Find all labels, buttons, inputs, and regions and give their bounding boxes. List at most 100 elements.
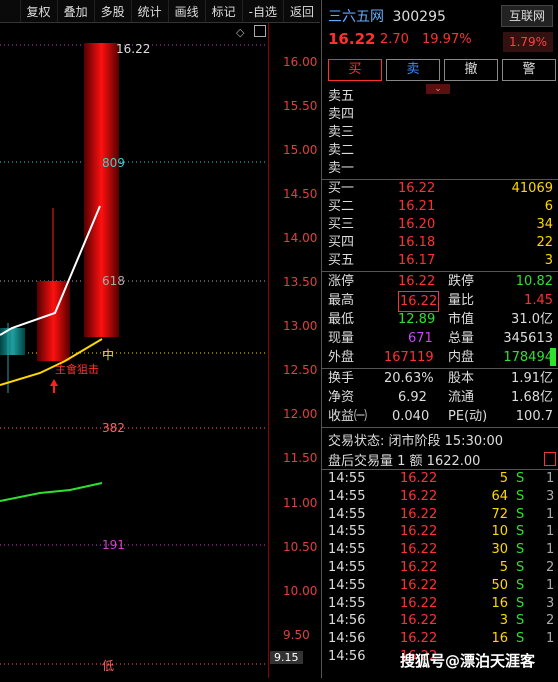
trade-buttons: 买 卖 撤 警 (328, 59, 556, 81)
price-axis-tick: 16.00 (283, 55, 318, 69)
fib-809-label: 809 (102, 156, 125, 170)
volume-bar (550, 348, 556, 366)
toolbar-restore-rights[interactable]: 复权 (19, 0, 57, 22)
tick-side: S (516, 560, 525, 575)
ask-row-1: 卖一 (328, 161, 355, 176)
stat-row: 收益㈠ 0.040 PE(动) 100.7 (328, 409, 553, 424)
top-price-label: 16.22 (116, 42, 151, 56)
tick-side: S (516, 595, 525, 611)
sector-tag[interactable]: 互联网 (501, 5, 553, 27)
tick-count: 1 (546, 631, 555, 647)
axis-low-value: 9.15 (270, 651, 303, 664)
tick-time: 14:55 (328, 542, 366, 558)
tick-price: 16.22 (400, 577, 438, 593)
tick-row: 14:55 16.22 50 S 1 (328, 577, 554, 595)
candle-2 (37, 281, 70, 361)
tick-row: 14:56 16.22 3 S 2 (328, 612, 555, 630)
stock-code: 300295 (392, 9, 446, 25)
price-axis-tick: 10.50 (283, 540, 318, 554)
stat-row: 最低 12.89 市值 31.0亿 (328, 312, 553, 327)
price-axis (268, 23, 321, 678)
buy-button[interactable]: 买 (328, 59, 382, 81)
alert-button[interactable]: 警 (502, 59, 556, 81)
tick-side: S (516, 577, 525, 593)
tick-count: 1 (546, 471, 555, 486)
toolbar-back[interactable]: 返回 (282, 0, 320, 22)
toolbar-overlay[interactable]: 叠加 (56, 0, 94, 22)
tick-row: 14:55 16.22 72 S 1 (328, 506, 555, 524)
toolbar-draw-line[interactable]: 画线 (167, 0, 205, 22)
price-axis-tick: 14.00 (283, 231, 318, 245)
tick-price: 16.22 (400, 613, 438, 629)
tick-volume: 16 (491, 595, 508, 611)
stat-row: 净资 6.92 流通 1.68亿 (328, 390, 553, 405)
toolbar-mark[interactable]: 标记 (204, 0, 242, 22)
ma-green-line (0, 482, 103, 502)
tick-volume: 72 (491, 506, 508, 522)
price-axis-tick: 13.00 (283, 319, 318, 333)
tick-row: 14:55 16.22 30 S 1 (328, 541, 555, 559)
expand-icon[interactable] (254, 25, 266, 37)
current-price: 16.22 (328, 30, 376, 48)
ask-row-5: 卖五 (328, 89, 355, 104)
ask-row-2: 卖二 (328, 143, 355, 158)
price-axis-tick: 14.50 (283, 187, 318, 201)
candle-3 (84, 43, 119, 337)
bid-row-5: 买五 16.17 3 (328, 253, 553, 268)
tick-volume: 64 (491, 488, 508, 504)
tick-row: 14:55 16.22 64 S 3 (328, 488, 554, 506)
tick-side: S (516, 471, 525, 486)
tick-row: 14:55 16.22 16 S 3 (328, 595, 555, 613)
tick-price: 16.22 (400, 488, 438, 504)
annotation-label: 主會狙击 (55, 363, 99, 376)
tick-time: 14:56 (328, 631, 366, 647)
sector-pct: 1.79% (503, 32, 553, 52)
chart-toolbar: 复权 叠加 多股 统计 画线 标记 -自选 返回 (0, 0, 320, 23)
tick-price: 16.22 (400, 506, 438, 522)
toolbar-remove-watchlist[interactable]: -自选 (241, 0, 283, 22)
tick-time: 14:55 (328, 560, 366, 575)
tick-side: S (516, 542, 525, 558)
bid-row-3: 买三 16.20 34 (328, 217, 553, 232)
tick-count: 1 (546, 542, 555, 558)
tick-price: 16.22 (400, 631, 438, 647)
tick-count: 2 (546, 613, 555, 629)
quote-panel: 三六五网 300295 互联网 1.79% 16.22 2.70 19.97% … (321, 0, 558, 678)
bid-row-1: 买一 16.22 41069 (328, 181, 553, 196)
stock-name[interactable]: 三六五网 (328, 9, 384, 25)
tick-price: 16.22 (400, 471, 438, 486)
tick-volume: 30 (491, 542, 508, 558)
price-change: 2.70 (380, 32, 409, 47)
tick-row: 14:55 16.22 5 S 2 (328, 559, 555, 577)
low-label: 低 (102, 659, 115, 673)
tick-time: 14:55 (328, 524, 366, 540)
tick-count: 1 (546, 506, 555, 522)
arrow-up-icon (50, 379, 58, 386)
stat-row: 最高 16.22 量比 1.45 (328, 291, 553, 312)
mid-label: 中 (102, 348, 115, 362)
toolbar-statistics[interactable]: 统计 (130, 0, 168, 22)
fib-618-label: 618 (102, 274, 125, 288)
tick-count: 2 (546, 560, 555, 575)
tick-time: 14:56 (328, 613, 366, 629)
price-axis-tick: 13.50 (283, 275, 318, 289)
cancel-order-button[interactable]: 撤 (444, 59, 498, 81)
panel-toggle-icon[interactable] (544, 452, 556, 466)
stat-row: 涨停 16.22 跌停 10.82 (328, 274, 553, 289)
tick-volume: 5 (499, 560, 508, 575)
tick-time: 14:55 (328, 595, 366, 611)
stat-row: 外盘 167119 内盘 178494 (328, 350, 553, 365)
toolbar-multi-stock[interactable]: 多股 (93, 0, 131, 22)
fib-191-label: 191 (102, 538, 125, 552)
tick-volume: 5 (499, 471, 508, 486)
tick-price: 16.22 (400, 524, 438, 540)
price-axis-tick: 10.00 (283, 584, 318, 598)
tick-count: 3 (546, 595, 555, 611)
price-axis-tick: 12.00 (283, 407, 318, 421)
diamond-icon[interactable]: ◇ (236, 26, 244, 39)
tick-time: 14:55 (328, 506, 366, 522)
tick-time: 14:55 (328, 488, 366, 504)
tick-side: S (516, 488, 525, 504)
sell-button[interactable]: 卖 (386, 59, 440, 81)
tick-time: 14:55 (328, 577, 366, 593)
